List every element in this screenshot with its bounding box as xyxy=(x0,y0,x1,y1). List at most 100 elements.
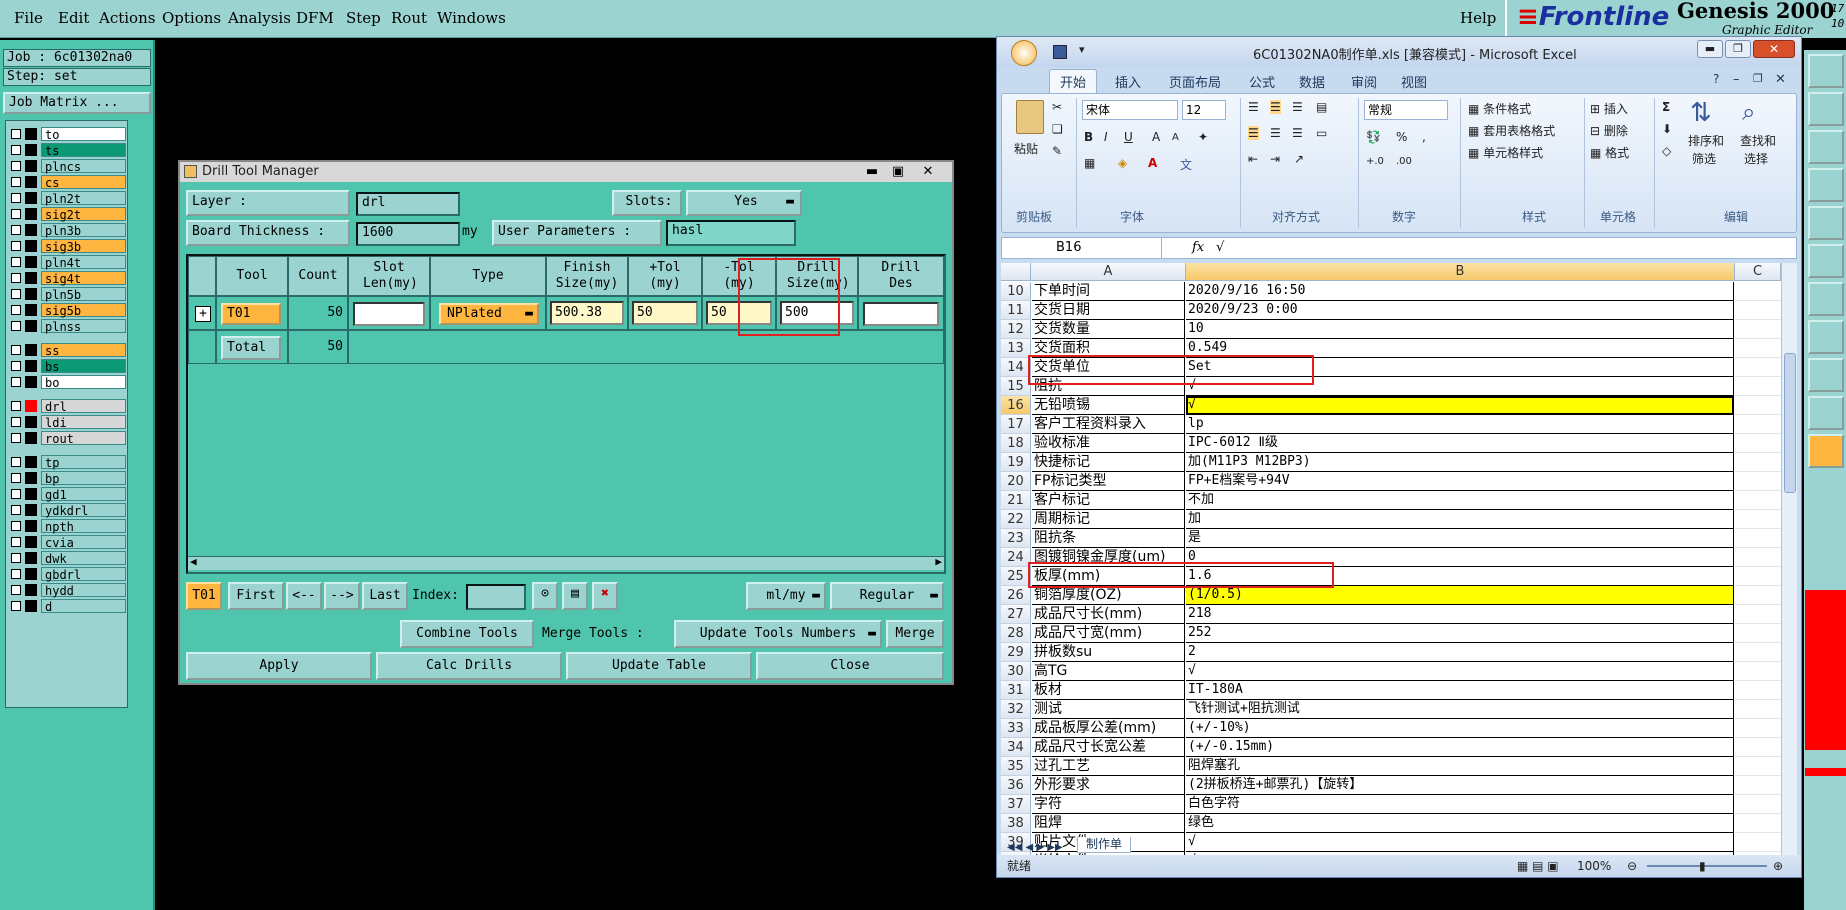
layer-name[interactable]: sig5b xyxy=(41,303,126,318)
layer-name[interactable]: sig4t xyxy=(41,271,126,286)
sort-filter-icon[interactable]: ⇅ xyxy=(1690,98,1712,128)
row-number[interactable]: 34 xyxy=(1001,738,1031,757)
cell-b[interactable]: (+/-0.15mm) xyxy=(1186,738,1734,757)
zoom-thumb[interactable]: ▮ xyxy=(1699,855,1706,877)
tool-icon-9[interactable] xyxy=(1808,358,1844,392)
office-button-icon[interactable] xyxy=(1011,40,1037,66)
calc-drills-button[interactable]: Calc Drills xyxy=(376,652,562,680)
layer-row[interactable]: dwk xyxy=(8,551,126,566)
clear-icon[interactable]: ◇ xyxy=(1662,144,1671,158)
fill-color-icon[interactable]: ◈ xyxy=(1118,156,1127,170)
ribbon-minimize-icon[interactable]: – xyxy=(1733,72,1740,87)
layer-row[interactable]: sig4t xyxy=(8,271,126,286)
cell-b[interactable]: 飞针测试+阻抗测试 xyxy=(1186,700,1734,719)
slots-dropdown[interactable]: Yes ▬ xyxy=(686,190,802,216)
align-middle-icon[interactable]: ☰ xyxy=(1270,100,1281,114)
column-header-b[interactable]: B xyxy=(1186,263,1735,281)
fx-icon[interactable]: fx xyxy=(1192,240,1204,255)
italic-icon[interactable]: I xyxy=(1104,130,1108,144)
cell-c[interactable] xyxy=(1735,396,1781,415)
cell-a[interactable]: 客户标记 xyxy=(1032,491,1185,510)
zoom-out-icon[interactable]: ⊖ xyxy=(1627,855,1637,877)
layer-row[interactable]: rout xyxy=(8,431,126,446)
layer-checkbox[interactable] xyxy=(11,129,21,139)
row-number[interactable]: 30 xyxy=(1001,662,1031,681)
layer-checkbox[interactable] xyxy=(11,377,21,387)
paste-icon[interactable] xyxy=(1016,100,1044,134)
comma-icon[interactable]: , xyxy=(1422,130,1426,144)
cell-b[interactable]: 是 xyxy=(1186,529,1734,548)
cell-c[interactable] xyxy=(1735,320,1781,339)
menu-rout[interactable]: Rout xyxy=(391,9,427,27)
layer-row[interactable]: npth xyxy=(8,519,126,534)
cell-b[interactable]: 不加 xyxy=(1186,491,1734,510)
layer-name[interactable]: plnss xyxy=(41,319,126,334)
layer-checkbox[interactable] xyxy=(11,457,21,467)
zoom-level[interactable]: 100% xyxy=(1577,855,1611,877)
row-number[interactable]: 19 xyxy=(1001,453,1031,472)
layer-name[interactable]: ts xyxy=(41,143,126,158)
layer-row[interactable]: cs xyxy=(8,175,126,190)
align-left-icon[interactable]: ☰ xyxy=(1248,126,1259,140)
fill-icon[interactable]: ⬇ xyxy=(1662,122,1672,136)
autosum-icon[interactable]: Σ xyxy=(1662,100,1670,114)
table-icon[interactable]: ▤ xyxy=(562,582,588,610)
layer-name[interactable]: dwk xyxy=(41,551,126,566)
row-number[interactable]: 23 xyxy=(1001,529,1031,548)
tool-icon-3[interactable] xyxy=(1808,130,1844,164)
row-number[interactable]: 21 xyxy=(1001,491,1031,510)
row-number[interactable]: 33 xyxy=(1001,719,1031,738)
layer-name[interactable]: to xyxy=(41,127,126,142)
cell-b[interactable]: 252 xyxy=(1186,624,1734,643)
tool-icon-10[interactable] xyxy=(1808,396,1844,430)
cell-c[interactable] xyxy=(1735,795,1781,814)
number-format-dropdown[interactable]: 常规 xyxy=(1364,100,1448,120)
cell-c[interactable] xyxy=(1735,624,1781,643)
increase-decimal-icon[interactable]: +.0 xyxy=(1366,156,1384,167)
update-table-button[interactable]: Update Table xyxy=(566,652,752,680)
layer-row[interactable]: d xyxy=(8,599,126,614)
menu-analysis[interactable]: Analysis xyxy=(228,9,291,27)
cell-c[interactable] xyxy=(1735,567,1781,586)
sort-filter-label[interactable]: 排序和 xyxy=(1688,132,1724,149)
row-number[interactable]: 18 xyxy=(1001,434,1031,453)
merge-cells-icon[interactable]: ▭ xyxy=(1316,126,1327,140)
cell-b[interactable]: (1/0.5) xyxy=(1186,586,1734,605)
layer-name[interactable]: cs xyxy=(41,175,126,190)
cell-b[interactable]: 2020/9/16 16:50 xyxy=(1186,282,1734,301)
wen-icon[interactable]: 文 xyxy=(1180,156,1192,173)
row-number[interactable]: 32 xyxy=(1001,700,1031,719)
layer-row[interactable]: bo xyxy=(8,375,126,390)
cell-a[interactable]: 快捷标记 xyxy=(1032,453,1185,472)
apply-button[interactable]: Apply xyxy=(186,652,372,680)
layer-name[interactable]: cvia xyxy=(41,535,126,550)
row-number[interactable]: 10 xyxy=(1001,282,1031,301)
format-cells-button[interactable]: ▦ 格式 xyxy=(1590,144,1629,161)
layer-row[interactable]: pln3b xyxy=(8,223,126,238)
menu-actions[interactable]: Actions xyxy=(99,9,155,27)
layer-row[interactable]: pln4t xyxy=(8,255,126,270)
row-number[interactable]: 28 xyxy=(1001,624,1031,643)
cell-b[interactable]: 阻焊塞孔 xyxy=(1186,757,1734,776)
layer-row[interactable]: drl xyxy=(8,399,126,414)
cell-c[interactable] xyxy=(1735,472,1781,491)
sheet-tab[interactable]: 制作单 xyxy=(1077,837,1132,853)
cell-c[interactable] xyxy=(1735,662,1781,681)
delete-icon[interactable]: ✖ xyxy=(592,582,618,610)
row-number[interactable]: 17 xyxy=(1001,415,1031,434)
copy-icon[interactable]: ❏ xyxy=(1052,122,1063,136)
zoom-in-icon[interactable]: ⊕ xyxy=(1773,855,1783,877)
layer-name[interactable]: sig3b xyxy=(41,239,126,254)
slot-len-input[interactable] xyxy=(353,302,425,326)
tool-icon-1[interactable] xyxy=(1808,54,1844,88)
cell-c[interactable] xyxy=(1735,358,1781,377)
page-layout-icons[interactable]: ▦ ▤ ▣ xyxy=(1517,855,1559,877)
layer-name[interactable]: gd1 xyxy=(41,487,126,502)
cell-c[interactable] xyxy=(1735,757,1781,776)
cell-a[interactable]: 成品尺寸长宽公差 xyxy=(1032,738,1185,757)
layer-name[interactable]: hydd xyxy=(41,583,126,598)
paste-label[interactable]: 粘贴 xyxy=(1014,140,1038,157)
layer-name[interactable]: rout xyxy=(41,431,126,446)
decrease-decimal-icon[interactable]: .00 xyxy=(1396,156,1412,167)
cell-c[interactable] xyxy=(1735,434,1781,453)
